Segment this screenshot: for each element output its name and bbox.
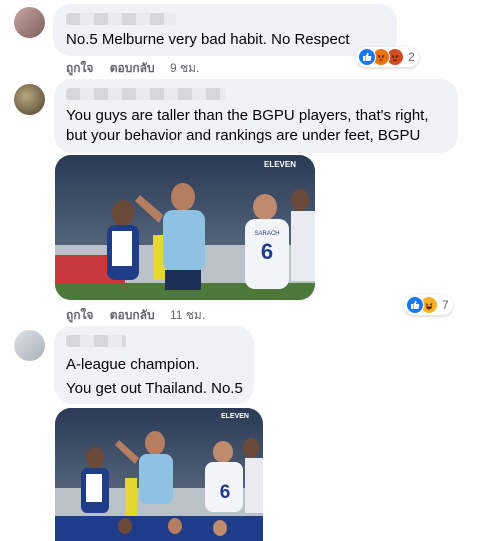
commenter-name[interactable] [66, 335, 126, 347]
reaction-summary[interactable]: 7 [404, 295, 453, 315]
comment-text: You guys are taller than the BGPU player… [66, 106, 429, 146]
commenter-avatar[interactable] [14, 7, 45, 38]
like-icon [358, 48, 376, 66]
football-scene-illustration: 6 SARACH ELEVEN [55, 155, 315, 300]
reply-link[interactable]: ตอบกลับ [110, 308, 155, 322]
like-link[interactable]: ถูกใจ [66, 61, 93, 75]
comment-text-line: but your behavior and rankings are under… [66, 127, 421, 144]
commenter-name[interactable] [66, 13, 176, 25]
comment-actions: ถูกใจ ตอบกลับ 9 ชม. [66, 59, 199, 78]
comment-bubble: You guys are taller than the BGPU player… [54, 79, 458, 153]
jersey-name: SARACH [254, 231, 279, 237]
comment-text: A-league champion. You get out Thailand.… [66, 353, 243, 401]
comment-text-line: You guys are taller than the BGPU player… [66, 107, 429, 124]
comment-photo[interactable]: 6 SARACH ELEVEN [55, 155, 315, 300]
like-link[interactable]: ถูกใจ [66, 308, 93, 322]
commenter-avatar[interactable] [14, 330, 45, 361]
comment-text-line: You get out Thailand. No.5 [66, 380, 243, 397]
broadcaster-logo: ELEVEN [264, 160, 296, 169]
comment-bubble: A-league champion. You get out Thailand.… [54, 326, 254, 404]
reaction-count: 7 [442, 298, 449, 312]
comment-text: No.5 Melburne very bad habit. No Respect [66, 31, 350, 48]
comment-actions: ถูกใจ ตอบกลับ 11 ชม. [66, 306, 205, 325]
commenter-name[interactable] [66, 88, 226, 100]
broadcaster-logo: ELEVEN [221, 413, 249, 420]
comment-bubble: No.5 Melburne very bad habit. No Respect [53, 4, 397, 56]
reaction-count: 2 [408, 50, 415, 64]
jersey-number: 6 [220, 482, 231, 503]
football-scene-illustration: 6 ELEVEN [55, 408, 263, 541]
comment-photo[interactable]: 6 ELEVEN [55, 408, 263, 541]
jersey-number: 6 [261, 239, 273, 264]
comment-timestamp[interactable]: 11 ชม. [170, 308, 205, 322]
reply-link[interactable]: ตอบกลับ [110, 61, 155, 75]
like-icon [406, 296, 424, 314]
reaction-summary[interactable]: 2 [356, 47, 419, 67]
comment-text-line: A-league champion. [66, 356, 200, 373]
comment-timestamp[interactable]: 9 ชม. [170, 61, 199, 75]
commenter-avatar[interactable] [14, 84, 45, 115]
